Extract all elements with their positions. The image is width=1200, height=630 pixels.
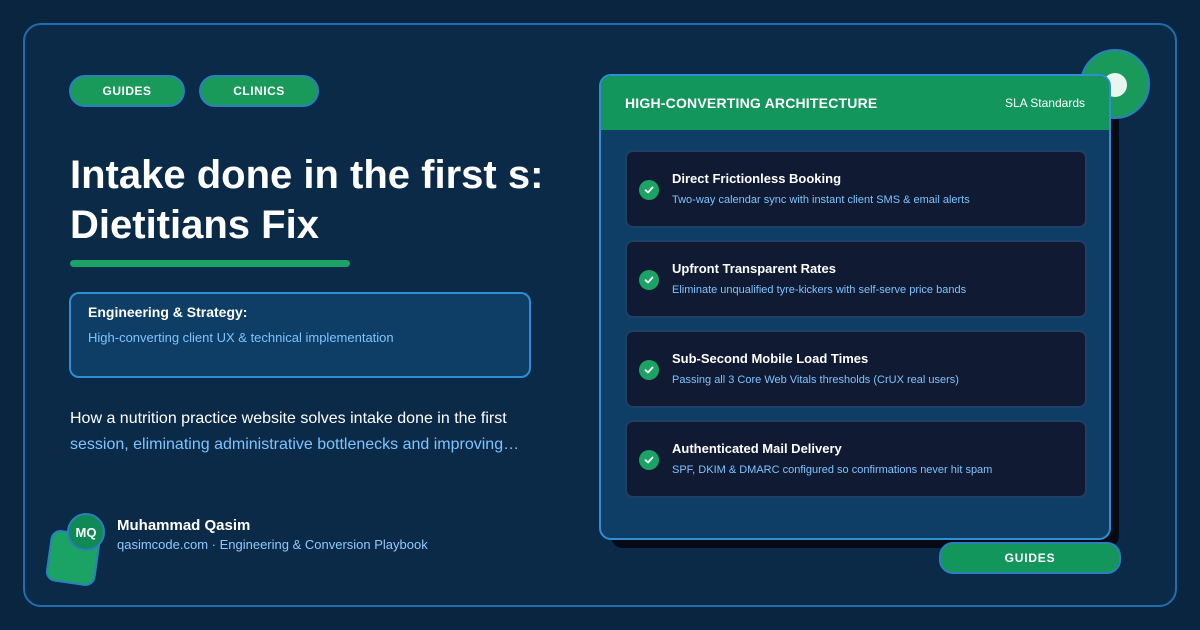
tag-guides-bottom[interactable]: GUIDES — [939, 542, 1121, 574]
feature-title: Upfront Transparent Rates — [672, 261, 836, 276]
description-line1: How a nutrition practice website solves … — [70, 410, 507, 427]
check-icon — [639, 450, 659, 470]
card-tag: SLA Standards — [1004, 96, 1085, 110]
accent-bar — [70, 260, 350, 267]
feature-title: Sub-Second Mobile Load Times — [672, 351, 869, 366]
feature-subtitle: Two-way calendar sync with instant clien… — [672, 194, 970, 206]
feature-item: Direct Frictionless Booking Two-way cale… — [625, 150, 1087, 228]
strategy-title: Engineering & Strategy: — [88, 304, 248, 320]
card-header: HIGH-CONVERTING ARCHITECTURE SLA Standar… — [601, 76, 1109, 130]
author-subtitle: qasimcode.com · Engineering & Conversion… — [117, 537, 428, 552]
feature-subtitle: Passing all 3 Core Web Vitals thresholds… — [672, 374, 959, 386]
description-line2: session, eliminating administrative bott… — [70, 436, 520, 453]
check-icon — [639, 180, 659, 200]
headline-line1: Intake done in the first s: — [70, 153, 544, 197]
check-icon — [639, 270, 659, 290]
feature-title: Direct Frictionless Booking — [672, 171, 842, 186]
strategy-box: Engineering & Strategy: High-converting … — [69, 292, 531, 378]
feature-item: Sub-Second Mobile Load Times Passing all… — [625, 330, 1087, 408]
author-name: Muhammad Qasim — [117, 517, 251, 534]
headline-line2: Dietitians Fix — [70, 203, 319, 247]
feature-title: Authenticated Mail Delivery — [672, 441, 842, 456]
check-icon — [639, 360, 659, 380]
avatar: MQ — [67, 513, 105, 551]
tag-guides[interactable]: GUIDES — [69, 75, 185, 107]
feature-item: Authenticated Mail Delivery SPF, DKIM & … — [625, 420, 1087, 498]
strategy-subtitle: High-converting client UX & technical im… — [88, 330, 394, 345]
page-title: Intake done in the first s: Dietitians F… — [70, 150, 590, 250]
card-title: HIGH-CONVERTING ARCHITECTURE — [625, 95, 878, 111]
feature-item: Upfront Transparent Rates Eliminate unqu… — [625, 240, 1087, 318]
architecture-card: HIGH-CONVERTING ARCHITECTURE SLA Standar… — [599, 74, 1111, 540]
feature-subtitle: Eliminate unqualified tyre-kickers with … — [672, 284, 967, 296]
description: How a nutrition practice website solves … — [70, 406, 540, 458]
feature-subtitle: SPF, DKIM & DMARC configured so confirma… — [672, 464, 993, 476]
tag-clinics[interactable]: CLINICS — [199, 75, 319, 107]
